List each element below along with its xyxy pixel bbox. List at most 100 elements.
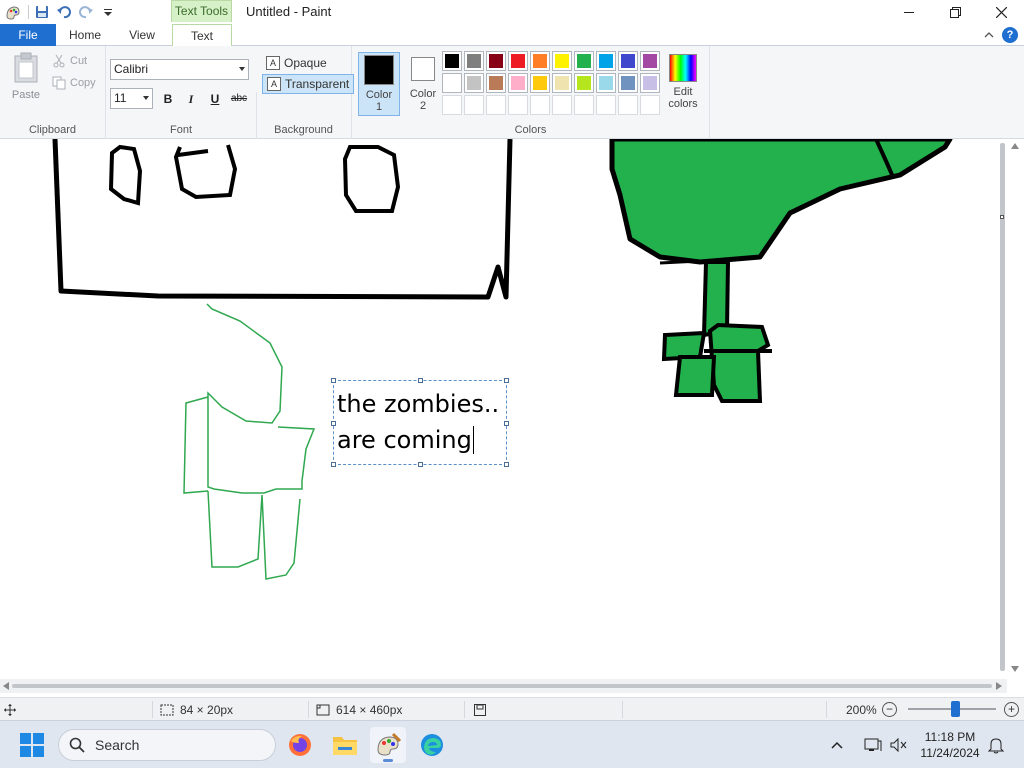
palette-color-swatch[interactable] [530,51,550,71]
edit-colors-button[interactable]: Edit colors [664,54,702,110]
paint-app-icon[interactable] [4,3,22,21]
palette-color-swatch[interactable] [574,73,594,93]
save-icon[interactable] [33,3,51,21]
customize-qat-icon[interactable] [99,3,117,21]
palette-color-swatch[interactable] [640,95,660,115]
collapse-ribbon-icon[interactable] [984,31,994,39]
scroll-down-icon[interactable] [1011,666,1019,672]
resize-handle[interactable] [418,378,423,383]
close-button[interactable] [978,0,1024,24]
palette-color-swatch[interactable] [574,95,594,115]
palette-color-swatch[interactable] [486,95,506,115]
quick-access-toolbar [0,3,117,21]
palette-color-swatch[interactable] [618,51,638,71]
palette-color-swatch[interactable] [464,73,484,93]
edge-icon[interactable] [414,727,450,763]
windows-start-icon[interactable] [20,733,44,757]
scroll-left-icon[interactable] [3,682,9,690]
palette-color-swatch[interactable] [574,51,594,71]
palette-color-swatch[interactable] [552,73,572,93]
resize-handle[interactable] [418,462,423,467]
horizontal-scroll-thumb[interactable] [12,684,992,688]
palette-color-swatch[interactable] [464,51,484,71]
resize-handle[interactable] [504,378,509,383]
chevron-up-icon[interactable] [830,740,844,750]
strikethrough-button[interactable]: abc [228,90,250,108]
resize-handle[interactable] [331,421,336,426]
horizontal-scrollbar[interactable] [0,679,1007,693]
font-size-select[interactable]: 11 [110,88,153,109]
taskbar-search[interactable]: Search [58,729,276,761]
resize-handle[interactable] [504,421,509,426]
redo-icon[interactable] [77,3,95,21]
text-input-box[interactable]: the zombies.. are coming [331,378,509,467]
drawing-canvas[interactable]: the zombies.. are coming [0,139,1024,697]
color2-button[interactable]: Color 2 [402,52,444,116]
tab-view[interactable]: View [114,24,170,46]
volume-muted-icon[interactable] [890,737,908,753]
transparent-icon: A [267,77,281,91]
underline-button[interactable]: U [205,90,225,108]
help-icon[interactable]: ? [1002,27,1018,43]
taskbar-clock[interactable]: 11:18 PM 11/24/2024 [914,729,986,761]
copy-button[interactable]: Copy [52,76,96,90]
firefox-icon[interactable] [282,727,318,763]
transparent-button[interactable]: A Transparent [262,74,355,94]
tab-file[interactable]: File [0,24,56,46]
status-divider [464,701,465,718]
palette-color-swatch[interactable] [552,95,572,115]
font-family-select[interactable]: Calibri [110,59,249,80]
minimize-button[interactable] [886,0,932,24]
restore-button[interactable] [932,0,978,24]
palette-color-swatch[interactable] [596,95,616,115]
palette-color-swatch[interactable] [530,95,550,115]
scroll-up-icon[interactable] [1011,143,1019,149]
palette-color-swatch[interactable] [640,73,660,93]
network-icon[interactable] [864,737,882,753]
resize-handle[interactable] [331,462,336,467]
italic-button[interactable]: I [181,90,201,108]
palette-color-swatch[interactable] [486,73,506,93]
image-size-icon [316,704,330,715]
palette-color-swatch[interactable] [442,51,462,71]
color1-button[interactable]: Color 1 [358,52,400,116]
notification-bell-icon[interactable] [988,736,1004,754]
palette-color-swatch[interactable] [442,73,462,93]
paste-button[interactable]: Paste [8,52,44,104]
palette-color-swatch[interactable] [596,51,616,71]
palette-color-swatch[interactable] [618,73,638,93]
zoom-in-button[interactable]: + [1004,702,1019,717]
zoom-slider-thumb[interactable] [951,701,960,717]
undo-icon[interactable] [55,3,73,21]
palette-color-swatch[interactable] [552,51,572,71]
palette-color-swatch[interactable] [508,95,528,115]
palette-color-swatch[interactable] [508,51,528,71]
palette-color-swatch[interactable] [508,73,528,93]
paint-taskbar-icon[interactable] [370,727,406,763]
tree-foot-bottom [673,355,717,397]
palette-color-swatch[interactable] [486,51,506,71]
palette-color-swatch[interactable] [640,51,660,71]
system-tray [830,721,908,768]
tab-text[interactable]: Text [172,24,232,47]
font-size-value: 11 [114,91,127,105]
opaque-button[interactable]: A Opaque [262,53,331,73]
bold-button[interactable]: B [158,90,178,108]
scroll-right-icon[interactable] [996,682,1002,690]
palette-color-swatch[interactable] [596,73,616,93]
background-group-label: Background [274,124,333,136]
palette-color-swatch[interactable] [530,73,550,93]
canvas-resize-handle[interactable] [1000,215,1004,219]
palette-color-swatch[interactable] [618,95,638,115]
vertical-scroll-thumb[interactable] [1000,143,1005,671]
palette-color-swatch[interactable] [442,95,462,115]
vertical-scrollbar[interactable] [998,139,1007,679]
file-explorer-icon[interactable] [327,727,363,763]
tab-home[interactable]: Home [56,24,114,46]
resize-handle[interactable] [331,378,336,383]
resize-handle[interactable] [504,462,509,467]
zoom-out-button[interactable]: − [882,702,897,717]
palette-color-swatch[interactable] [464,95,484,115]
cut-button[interactable]: Cut [52,54,87,68]
palette-color-fill [533,54,547,68]
